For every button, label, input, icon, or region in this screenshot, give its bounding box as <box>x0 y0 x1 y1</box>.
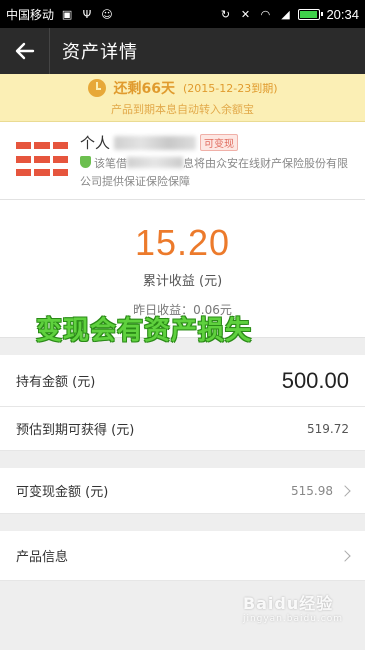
clock-time: 20:34 <box>326 6 359 22</box>
product-info-label: 产品信息 <box>16 550 69 565</box>
shield-icon <box>80 156 91 168</box>
product-info-row[interactable]: 产品信息 <box>0 531 365 581</box>
app-header: 资产详情 <box>0 28 365 74</box>
expected-return-row: 预估到期可获得 (元) 519.72 <box>0 407 365 451</box>
clock-icon <box>87 79 106 97</box>
cashable-tag: 可变现 <box>200 134 239 151</box>
product-description: 该笔借 息将由众安在线财产保险股份有限公司提供保证保险保障 <box>80 156 348 188</box>
redacted-text <box>114 135 197 150</box>
image-icon: ▣ <box>61 7 73 21</box>
chevron-right-icon <box>339 549 351 562</box>
cashable-amount-row[interactable]: 可变现金额 (元) 515.98 <box>0 468 365 514</box>
expected-return-value: 519.72 <box>307 421 349 436</box>
chevron-right-icon <box>339 484 351 497</box>
cashable-amount-value: 515.98 <box>291 483 333 498</box>
auto-transfer-note: 产品到期本息自动转入余额宝 <box>111 103 254 116</box>
days-left: 还剩66天 <box>113 81 175 97</box>
due-date: (2015-12-23到期) <box>182 82 278 95</box>
sync-icon: ↻ <box>220 7 231 21</box>
holding-amount-value: 500.00 <box>281 367 349 393</box>
signal-icon: ◢ <box>281 7 290 21</box>
usb-icon: Ψ <box>82 7 92 21</box>
cumulative-earnings: 15.20 <box>134 222 231 263</box>
product-card: 个人 可变现 该笔借 息将由众安在线财产保险股份有限公司提供保证保险保障 <box>0 122 365 200</box>
status-bar: 中国移动 ▣ Ψ ☺ ↻ ✕ ◠ ◢ 20:34 <box>0 0 365 28</box>
maturity-notice: 还剩66天 (2015-12-23到期) 产品到期本息自动转入余额宝 <box>0 74 365 122</box>
watermark: Baidu经验 jingyan.baidu.com <box>242 594 343 624</box>
product-name: 个人 <box>80 134 111 152</box>
redacted-text-small <box>127 157 183 168</box>
product-logo-icon <box>16 142 68 180</box>
back-button[interactable] <box>0 28 50 74</box>
holding-amount-label: 持有金额 (元) <box>16 375 96 390</box>
battery-icon <box>298 8 324 20</box>
arrow-left-icon <box>15 42 34 60</box>
cashable-amount-label: 可变现金额 (元) <box>16 485 109 500</box>
mute-icon: ✕ <box>240 7 251 21</box>
android-icon: ☺ <box>101 7 113 21</box>
expected-return-label: 预估到期可获得 (元) <box>16 423 135 438</box>
page-title: 资产详情 <box>62 42 138 63</box>
wifi-icon: ◠ <box>260 7 271 21</box>
carrier-label: 中国移动 <box>6 7 55 22</box>
overlay-caption: 变现会有资产损失 <box>36 316 253 346</box>
holding-amount-row: 持有金额 (元) 500.00 <box>0 355 365 407</box>
cumulative-earnings-label: 累计收益 (元) <box>142 274 223 289</box>
